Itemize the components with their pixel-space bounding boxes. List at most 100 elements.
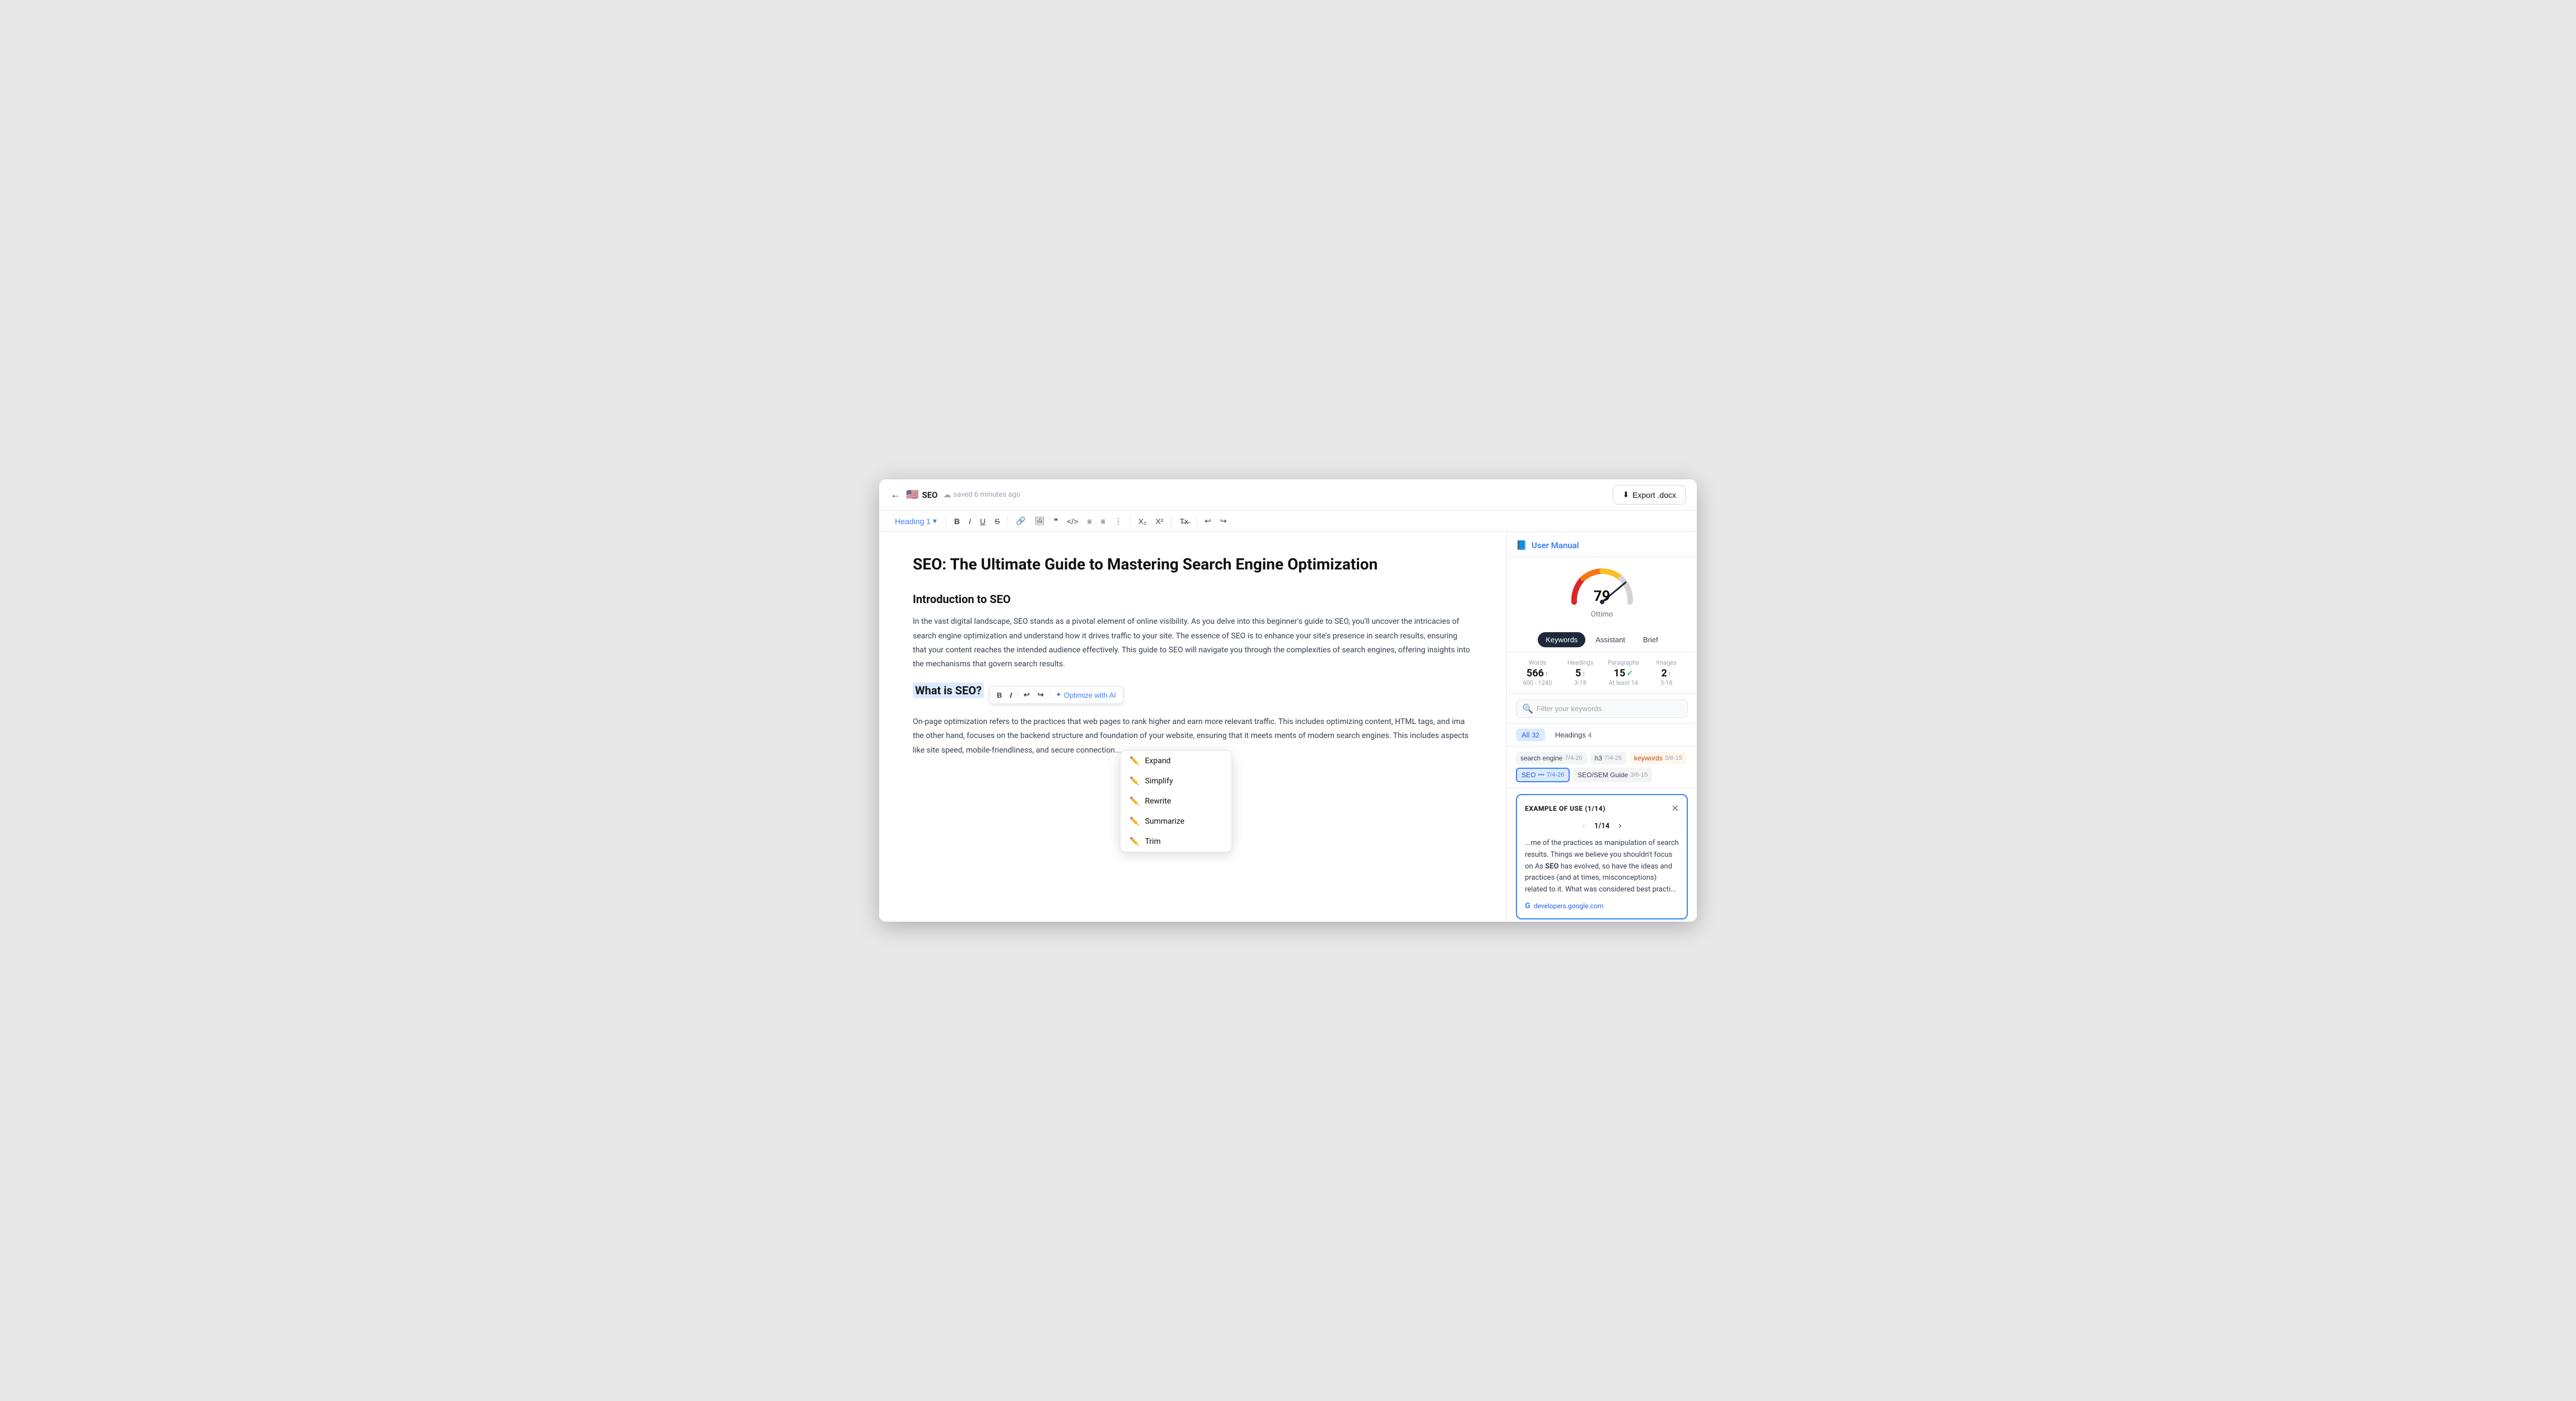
keyword-filter-input[interactable] [1537,704,1682,713]
underline-button[interactable]: U [977,515,989,528]
stat-headings-value: 5 ↑ [1559,667,1602,679]
toolbar-separator-2 [1007,516,1008,527]
tab-brief[interactable]: Brief [1635,632,1666,647]
simplify-icon: ✏️ [1130,777,1139,786]
stat-paragraphs: Paragraphs 15 ✓ At least 14 [1602,659,1645,687]
stat-headings: Headings 5 ↑ 3-18 [1559,659,1602,687]
doc-title: SEO [922,490,937,500]
filter-section: 🔍 [1507,694,1697,724]
tab-assistant[interactable]: Assistant [1588,632,1633,647]
inline-redo-button[interactable]: ↪ [1034,689,1047,701]
paragraphs-count: 15 [1614,667,1626,679]
stat-paragraphs-value: 15 ✓ [1602,667,1645,679]
keyword-search-engine[interactable]: search engine 7/4-26 [1516,752,1587,764]
headings-arrow: ↑ [1582,670,1585,678]
tab-keywords[interactable]: Keywords [1538,632,1585,647]
menu-item-rewrite[interactable]: ✏️ Rewrite [1121,791,1231,811]
redo-button[interactable]: ↪ [1217,514,1230,528]
stat-paragraphs-label: Paragraphs [1602,659,1645,666]
example-header: EXAMPLE OF USE (1/14) ✕ [1525,803,1679,814]
code-button[interactable]: </> [1063,515,1081,528]
inline-undo-button[interactable]: ↩ [1020,689,1033,701]
link-button[interactable]: 🔗 [1012,514,1029,528]
clear-format-button[interactable]: T̶x̶ [1176,515,1192,528]
kw-seo-sem-range: 3/6-15 [1630,772,1648,778]
heading-select[interactable]: Heading 1 ▾ [890,514,941,528]
kw-h3-text: h3 [1595,754,1602,762]
ai-icon: ✦ [1056,690,1062,699]
headings-count: 5 [1575,667,1581,679]
inline-toolbar: B I ↩ ↪ ✦ Optimize with AI [990,686,1123,704]
subscript-button[interactable]: X₂ [1135,515,1150,528]
stat-images-value: 2 ↑ [1645,667,1688,679]
rewrite-icon: ✏️ [1130,797,1139,806]
italic-button[interactable]: I [965,515,974,528]
example-close-button[interactable]: ✕ [1672,803,1679,814]
nav-next-button[interactable]: › [1615,820,1625,832]
keyword-seo-sem[interactable]: SEO/SEM Guide 3/6-15 [1573,768,1652,782]
filter-input-wrap: 🔍 [1516,699,1688,718]
kw-keywords-text: keywords [1634,754,1663,762]
menu-item-expand[interactable]: ✏️ Expand [1121,751,1231,771]
stat-words-sub: 600 - 1240 [1516,679,1559,687]
inline-separator-2 [1049,690,1050,699]
panel-tabs: Keywords Assistant Brief [1507,628,1697,652]
optimize-ai-button[interactable]: ✦ Optimize with AI [1052,689,1119,701]
image-button[interactable]: 🖼 [1032,514,1048,528]
kw-tab-all[interactable]: All 32 [1516,728,1545,741]
kw-h3-range: 7/4-26 [1604,755,1622,762]
export-label: Export .docx [1632,491,1676,499]
undo-button[interactable]: ↩ [1201,514,1215,528]
superscript-button[interactable]: X² [1152,515,1166,528]
right-panel: 📘 User Manual 79 [1506,532,1697,922]
source-url: developers.google.com [1534,902,1604,910]
stat-headings-label: Headings [1559,659,1602,666]
words-count: 566 [1527,667,1544,679]
menu-item-trim[interactable]: ✏️ Trim [1121,832,1231,852]
words-arrow: ↑ [1545,670,1548,678]
stat-paragraphs-sub: At least 14 [1602,679,1645,687]
menu-item-summarize[interactable]: ✏️ Summarize [1121,811,1231,832]
nav-prev-button[interactable]: ‹ [1579,820,1589,832]
unordered-list-button[interactable]: ⋮ [1111,514,1126,528]
export-button[interactable]: ⬇ Export .docx [1613,485,1686,505]
cloud-icon: ☁ [943,491,951,499]
keywords-section: search engine 7/4-26 h3 7/4-26 keywords … [1507,746,1697,788]
example-nav: ‹ 1/14 › [1525,820,1679,832]
kw-tab-headings[interactable]: Headings 4 [1550,728,1598,741]
saved-text: saved 6 minutes ago [953,491,1020,499]
back-button[interactable]: ← [890,489,900,501]
align-button[interactable]: ≡ [1084,515,1095,528]
panel-book-icon: 📘 [1516,540,1527,550]
example-source: G developers.google.com [1525,902,1679,910]
images-count: 2 [1661,667,1667,679]
optimize-label: Optimize with AI [1064,691,1116,699]
inline-bold-button[interactable]: B [993,689,1005,701]
inline-italic-button[interactable]: I [1006,689,1015,701]
keyword-keywords[interactable]: keywords 3/6-15 [1630,752,1687,764]
keyword-tabs: All 32 Headings 4 [1507,724,1697,746]
document-title: SEO: The Ultimate Guide to Mastering Sea… [913,554,1473,575]
example-box: EXAMPLE OF USE (1/14) ✕ ‹ 1/14 › ...me o… [1516,794,1688,919]
keyword-h3[interactable]: h3 7/4-26 [1590,752,1627,764]
stat-images-label: Images [1645,659,1688,666]
trim-label: Trim [1145,837,1160,846]
stats-row: Words 566 ↑ 600 - 1240 Headings 5 ↑ 3-18 [1507,652,1697,694]
blockquote-button[interactable]: ❝ [1051,514,1062,528]
toolbar-separator-3 [1130,516,1131,527]
summarize-icon: ✏️ [1130,817,1139,826]
bold-button[interactable]: B [951,515,963,528]
score-section: 79 Ottimo [1507,557,1697,628]
kw-search-engine-range: 7/4-26 [1565,755,1582,762]
toolbar-separator-4 [1171,516,1172,527]
stat-words-value: 566 ↑ [1516,667,1559,679]
menu-item-simplify[interactable]: ✏️ Simplify [1121,771,1231,791]
search-icon: 🔍 [1522,703,1533,714]
editor-area[interactable]: SEO: The Ultimate Guide to Mastering Sea… [879,532,1506,922]
example-title: EXAMPLE OF USE (1/14) [1525,805,1606,812]
section1-paragraph: In the vast digital landscape, SEO stand… [913,615,1473,671]
ordered-list-button[interactable]: ≡ [1098,515,1109,528]
keyword-seo[interactable]: SEO ••• 7/4-26 [1516,768,1570,782]
strikethrough-button[interactable]: S [991,515,1003,528]
stat-words-label: Words [1516,659,1559,666]
